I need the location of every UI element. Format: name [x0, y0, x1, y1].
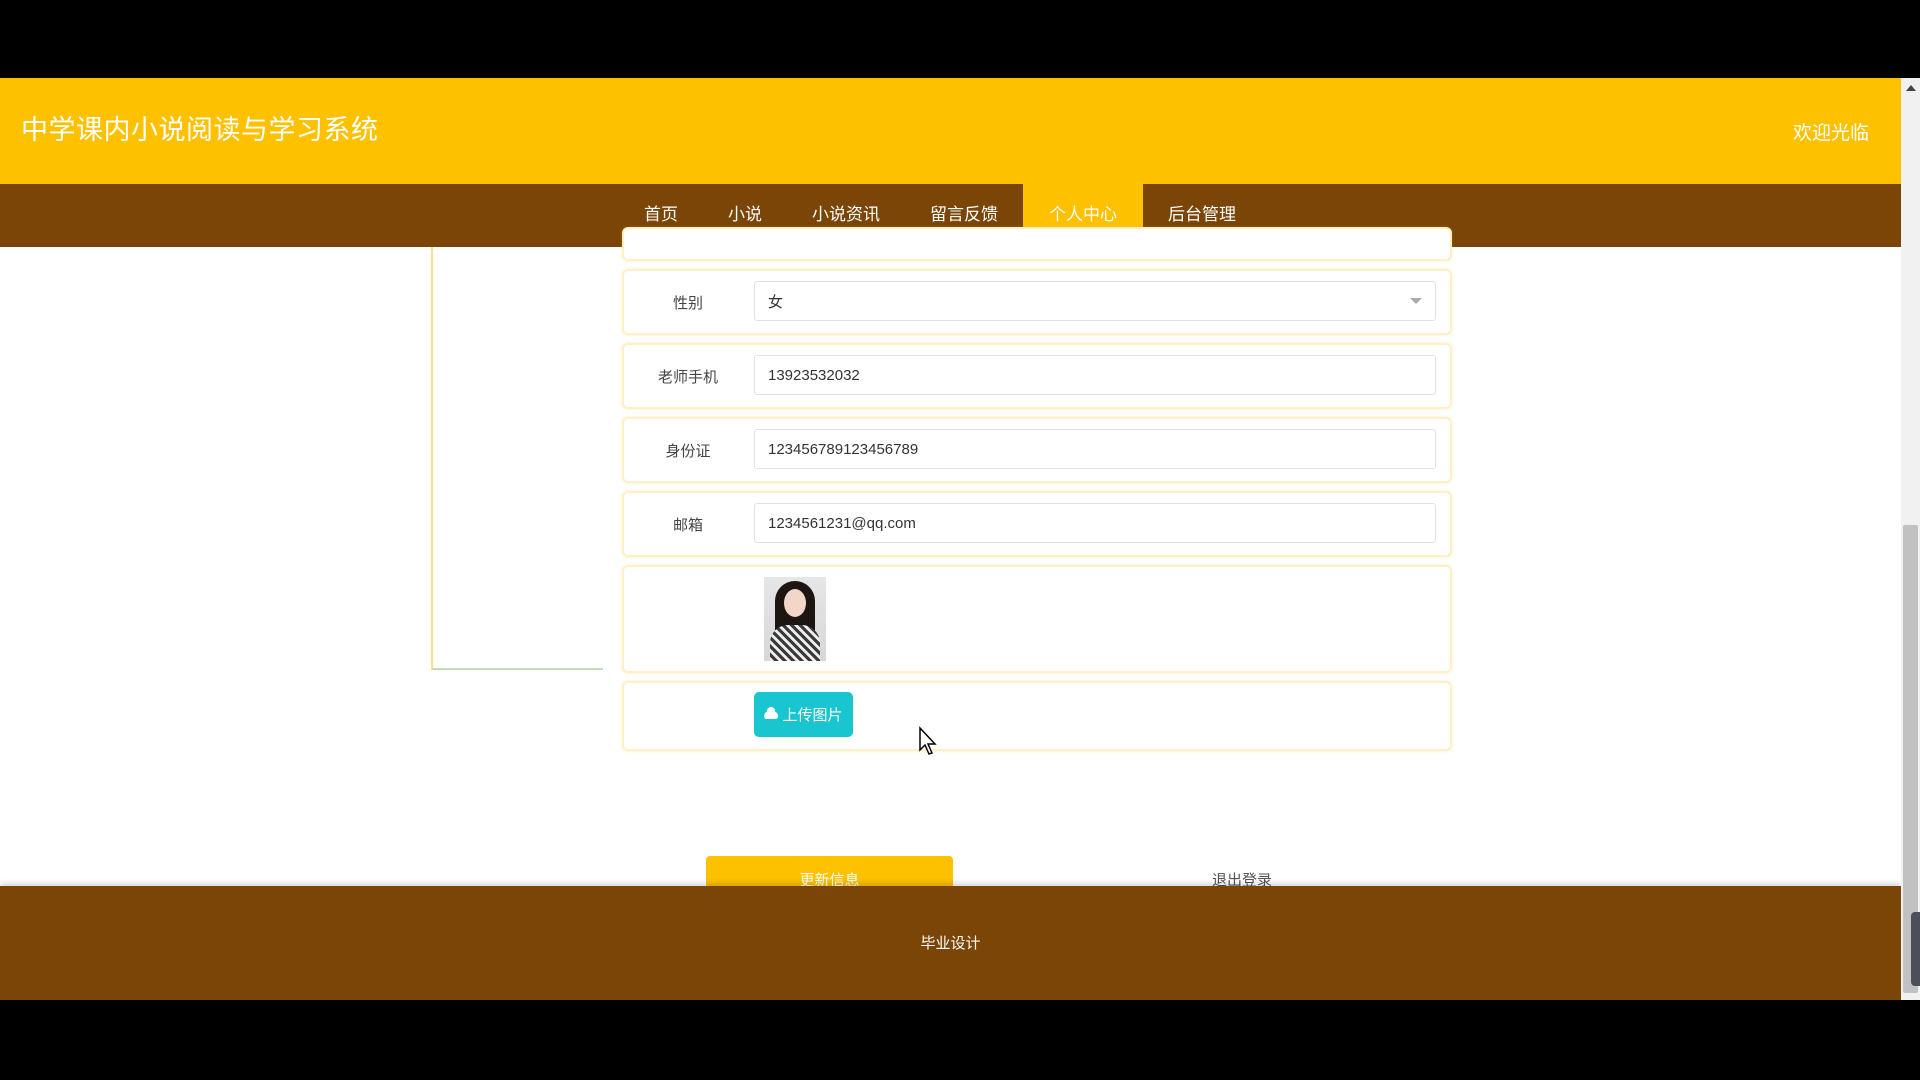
- gender-label: 性别: [672, 293, 703, 312]
- phone-label: 老师手机: [657, 367, 718, 386]
- mouse-cursor-icon: [919, 726, 937, 755]
- footer-text: 毕业设计: [920, 934, 981, 952]
- gender-value: 女: [768, 293, 784, 311]
- form-row-partial: [622, 227, 1452, 261]
- form-row-upload: 上传图片: [622, 681, 1452, 751]
- upload-image-button[interactable]: 上传图片: [754, 692, 853, 737]
- gender-select[interactable]: 女: [754, 281, 1436, 321]
- welcome-text: 欢迎光临: [1792, 122, 1869, 144]
- upload-image-label: 上传图片: [782, 706, 843, 724]
- chevron-down-icon: [1410, 298, 1422, 304]
- edge-handle: [1911, 912, 1920, 986]
- page-scrollbar[interactable]: [1901, 78, 1920, 1000]
- side-menu-panel: [431, 247, 603, 670]
- site-title: 中学课内小说阅读与学习系统: [21, 115, 379, 146]
- form-row-id-card: 身份证: [622, 417, 1452, 483]
- form-row-email: 邮箱: [622, 491, 1452, 557]
- site-header: 中学课内小说阅读与学习系统 欢迎光临: [0, 78, 1901, 184]
- personal-center-content: 性别 女 老师手机 身份证 邮箱: [0, 227, 1901, 961]
- form-row-avatar: [622, 565, 1452, 673]
- scroll-up-arrow-icon[interactable]: [1906, 85, 1916, 91]
- form-row-phone: 老师手机: [622, 343, 1452, 409]
- form-row-gender: 性别 女: [622, 269, 1452, 335]
- id-card-label: 身份证: [665, 441, 711, 460]
- email-input[interactable]: [754, 503, 1436, 543]
- site-footer: 毕业设计: [0, 886, 1901, 1000]
- browser-viewport: 中学课内小说阅读与学习系统 欢迎光临 首页 小说 小说资讯 留言反馈 个人中心 …: [0, 78, 1901, 1000]
- avatar-image: [764, 577, 826, 661]
- id-card-input[interactable]: [754, 429, 1436, 469]
- email-label: 邮箱: [672, 515, 703, 534]
- phone-input[interactable]: [754, 355, 1436, 395]
- cloud-upload-icon: [764, 706, 779, 719]
